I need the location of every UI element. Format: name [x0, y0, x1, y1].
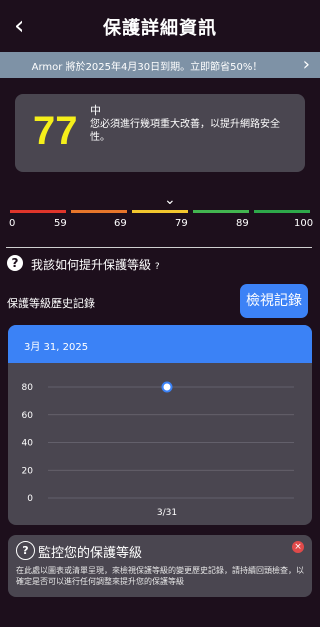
improve-label: 我該如何提升保護等級: [31, 258, 152, 272]
monitor-title: 監控您的保護等級: [38, 546, 143, 561]
close-icon[interactable]: ×: [292, 541, 304, 553]
view-history-button[interactable]: 檢視記錄: [240, 284, 308, 318]
range-segment-1: [10, 210, 66, 213]
range-label: 89: [236, 218, 249, 229]
help-icon: ?: [7, 255, 23, 271]
score-card: 77 中 您必須進行幾項重大改善，以提升網路安全性。: [15, 94, 305, 172]
promo-banner[interactable]: Armor 將於2025年4月30日到期。立即節省50%！ ›: [0, 52, 320, 78]
y-tick-label: 80: [22, 383, 34, 393]
score-range-bar: [10, 210, 310, 214]
divider: [6, 247, 312, 248]
improve-suffix: ?: [154, 262, 160, 272]
range-label: 59: [54, 218, 67, 229]
history-chart-card: 3月 31, 2025 80 60 40 20 0 3/31: [8, 325, 312, 525]
help-icon: ?: [16, 541, 35, 560]
chevron-right-icon[interactable]: ›: [303, 54, 310, 76]
top-bar: ‹ 保護詳細資訊: [0, 0, 320, 52]
range-segment-4: [193, 210, 249, 213]
monitor-text: 在此處以圖表或清單呈現，來檢視保護等級的變更歷史記錄，請持續回頭檢查，以確定是否…: [16, 566, 304, 586]
page-title: 保護詳細資訊: [103, 18, 217, 39]
score-description: 您必須進行幾項重大改善，以提升網路安全性。: [90, 119, 280, 143]
range-segment-5: [254, 210, 310, 213]
range-label: 79: [175, 218, 188, 229]
range-segment-2: [71, 210, 127, 213]
y-tick-label: 20: [22, 466, 34, 476]
y-tick-label: 40: [22, 439, 34, 449]
range-segment-3: [132, 210, 188, 213]
promo-text: Armor 將於2025年4月30日到期。立即節省50%！: [31, 62, 263, 73]
score-value: 77: [33, 109, 78, 153]
history-label: 保護等級歷史記錄: [7, 297, 95, 310]
monitor-card: ? 監控您的保護等級 × 在此處以圖表或清單呈現，來檢視保護等級的變更歷史記錄，…: [8, 535, 312, 597]
range-label: 69: [114, 218, 127, 229]
range-label: 100: [294, 218, 314, 229]
score-level: 中: [90, 104, 101, 117]
chevron-down-icon[interactable]: ⌄: [164, 192, 176, 208]
x-tick-label: 3/31: [157, 508, 177, 518]
history-chart: 80 60 40 20 0 3/31: [22, 381, 294, 518]
range-labels: 0 59 69 79 89 100: [0, 218, 320, 232]
range-label: 0: [9, 218, 16, 229]
y-tick-label: 0: [27, 494, 33, 504]
data-point[interactable]: [161, 381, 173, 393]
y-tick-label: 60: [22, 411, 34, 421]
